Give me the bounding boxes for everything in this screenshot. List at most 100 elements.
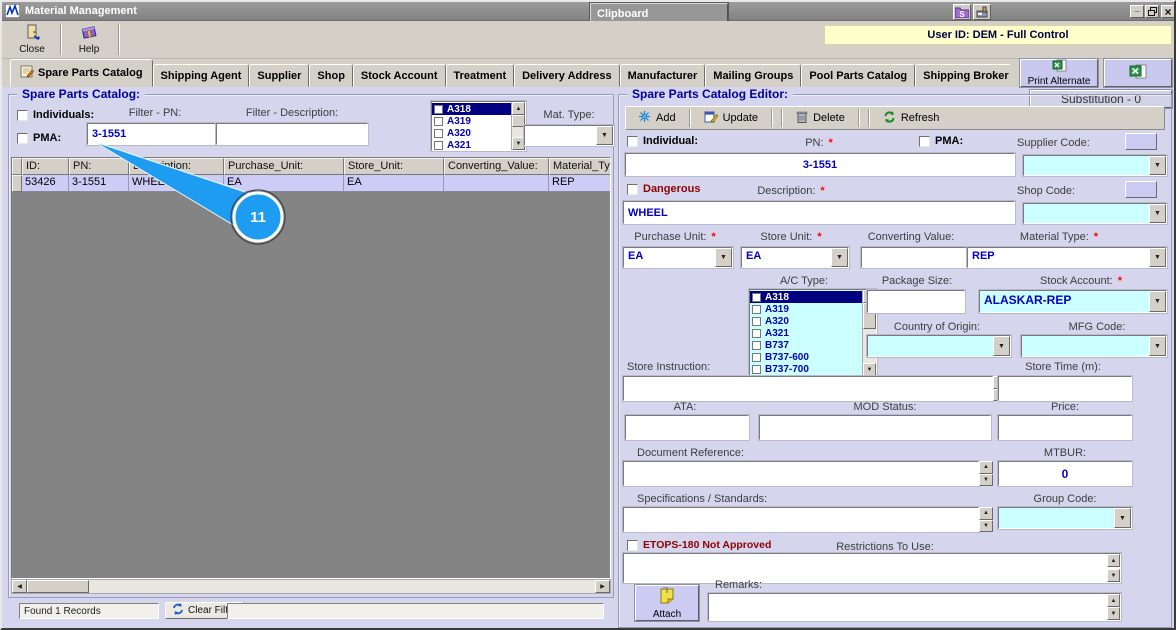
tab-shipping-agent[interactable]: Shipping Agent — [153, 64, 250, 87]
ac-option[interactable]: B737-600 — [750, 351, 862, 363]
checkbox-box[interactable] — [434, 105, 443, 114]
chevron-down-icon[interactable] — [1149, 336, 1166, 356]
mtbur-input[interactable] — [998, 461, 1132, 486]
restore-button[interactable] — [1145, 5, 1159, 18]
store-unit-dropdown[interactable]: EA — [741, 247, 849, 268]
export-excel-button[interactable] — [1104, 59, 1172, 87]
filter-pn-input[interactable] — [87, 123, 219, 145]
checkbox-box[interactable] — [752, 353, 761, 362]
group-code-dropdown[interactable] — [998, 507, 1132, 529]
restrictions-textarea[interactable] — [623, 553, 1121, 583]
tab-stock-account[interactable]: Stock Account — [353, 64, 446, 87]
ac-filter-listbox[interactable]: A318A319A320A321 — [431, 101, 526, 151]
tab-pool-parts-catalog[interactable]: Pool Parts Catalog — [801, 64, 915, 87]
ac-option[interactable]: A320 — [750, 315, 862, 327]
ac-type-listbox[interactable]: A318A319A320A321B737B737-600B737-700 — [749, 289, 877, 377]
description-input[interactable] — [623, 201, 1015, 224]
remarks-textarea[interactable] — [708, 593, 1121, 621]
store-time-input[interactable] — [998, 376, 1132, 401]
price-input[interactable] — [998, 415, 1132, 440]
tab-spare-parts-catalog[interactable]: Spare Parts Catalog — [10, 59, 153, 87]
checkbox-box[interactable] — [752, 305, 761, 314]
tab-shipping-broker[interactable]: Shipping Broker — [915, 64, 1010, 87]
checkbox-box[interactable] — [17, 133, 28, 144]
minimize-button[interactable] — [1130, 5, 1144, 18]
mat-type-dropdown[interactable] — [524, 125, 614, 146]
pma-filter-checkbox[interactable]: PMA: — [17, 132, 61, 144]
scroll-thumb[interactable] — [27, 580, 89, 593]
mfg-code-dropdown[interactable] — [1021, 335, 1167, 357]
chevron-down-icon[interactable] — [1149, 156, 1166, 175]
add-button[interactable]: Add — [629, 108, 685, 128]
results-table[interactable]: ID:PN:Description:Purchase_Unit:Store_Un… — [11, 157, 611, 579]
document-reference-spinner[interactable] — [979, 461, 993, 486]
ac-option[interactable]: A321 — [750, 327, 862, 339]
ac-option[interactable]: A319 — [432, 115, 511, 127]
tab-mailing-groups[interactable]: Mailing Groups — [705, 64, 801, 87]
chevron-down-icon[interactable] — [1149, 204, 1166, 223]
checkbox-box[interactable] — [434, 141, 443, 150]
checkbox-box[interactable] — [752, 293, 761, 302]
pma-checkbox[interactable]: PMA: — [919, 135, 963, 147]
converting-value-input[interactable] — [861, 247, 969, 268]
tab-supplier[interactable]: Supplier — [249, 64, 309, 87]
material-type-dropdown[interactable]: REP — [967, 247, 1167, 268]
delete-button[interactable]: Delete — [787, 108, 854, 128]
ac-option[interactable]: A320 — [432, 127, 511, 139]
ac-option[interactable]: B737-700 — [750, 363, 862, 375]
etops-checkbox[interactable]: ETOPS-180 Not Approved — [627, 539, 771, 551]
refresh-button[interactable]: Refresh — [874, 109, 949, 128]
tab-treatment[interactable]: Treatment — [446, 64, 515, 87]
update-button[interactable]: Update — [695, 108, 767, 128]
supplier-code-lookup-button[interactable] — [1125, 133, 1157, 150]
chevron-down-icon[interactable] — [1149, 248, 1166, 267]
chevron-down-icon[interactable] — [596, 126, 613, 145]
table-hscrollbar[interactable] — [11, 579, 611, 594]
scroll-down-icon[interactable] — [863, 363, 876, 376]
folder-s-icon[interactable]: S — [953, 4, 971, 20]
ac-option[interactable]: A318 — [750, 291, 862, 303]
scroll-up-icon[interactable] — [512, 102, 525, 115]
supplier-code-dropdown[interactable] — [1023, 155, 1167, 176]
mod-status-input[interactable] — [759, 415, 991, 440]
tab-shop[interactable]: Shop — [309, 64, 353, 87]
stock-account-dropdown[interactable]: ALASKAR-REP — [979, 290, 1167, 313]
store-instruction-input[interactable] — [623, 376, 993, 401]
checkbox-box[interactable] — [752, 329, 761, 338]
package-size-input[interactable] — [867, 290, 965, 313]
ac-option[interactable]: A318 — [432, 103, 511, 115]
print-alternate-button[interactable]: Print Alternate — [1020, 59, 1098, 87]
checkbox-box[interactable] — [434, 117, 443, 126]
help-button[interactable]: Help — [65, 23, 113, 56]
purchase-unit-dropdown[interactable]: EA — [623, 247, 733, 268]
checkbox-box[interactable] — [752, 317, 761, 326]
document-reference-input[interactable] — [623, 461, 979, 486]
country-of-origin-dropdown[interactable] — [867, 335, 1011, 357]
ac-filter-scrollbar[interactable] — [511, 102, 525, 150]
chevron-down-icon[interactable] — [993, 336, 1010, 356]
ac-option[interactable]: B737 — [750, 339, 862, 351]
filter-description-input[interactable] — [216, 123, 368, 145]
shop-code-dropdown[interactable] — [1023, 203, 1167, 224]
tab-delivery-address[interactable]: Delivery Address — [514, 64, 619, 87]
checkbox-box[interactable] — [434, 129, 443, 138]
checkbox-box[interactable] — [17, 110, 28, 121]
individuals-checkbox[interactable]: Individuals: — [17, 109, 94, 121]
attach-button[interactable]: Attach — [635, 585, 699, 621]
machine-icon[interactable] — [973, 4, 991, 20]
ac-option[interactable]: A319 — [750, 303, 862, 315]
close-button[interactable]: Close — [8, 23, 56, 56]
checkbox-box[interactable] — [752, 341, 761, 350]
chevron-down-icon[interactable] — [715, 248, 732, 267]
tab-manufacturer[interactable]: Manufacturer — [620, 64, 706, 87]
specifications-spinner[interactable] — [979, 507, 993, 532]
chevron-down-icon[interactable] — [1114, 508, 1131, 528]
checkbox-box[interactable] — [752, 365, 761, 374]
chevron-down-icon[interactable] — [831, 248, 848, 267]
specifications-input[interactable] — [623, 507, 979, 532]
ata-input[interactable] — [625, 415, 749, 440]
table-row[interactable]: 534263-1551WHEELEAEAREP — [12, 175, 610, 192]
scroll-right-icon[interactable] — [595, 580, 610, 593]
chevron-down-icon[interactable] — [1149, 291, 1166, 312]
close-window-button[interactable] — [1161, 5, 1175, 18]
